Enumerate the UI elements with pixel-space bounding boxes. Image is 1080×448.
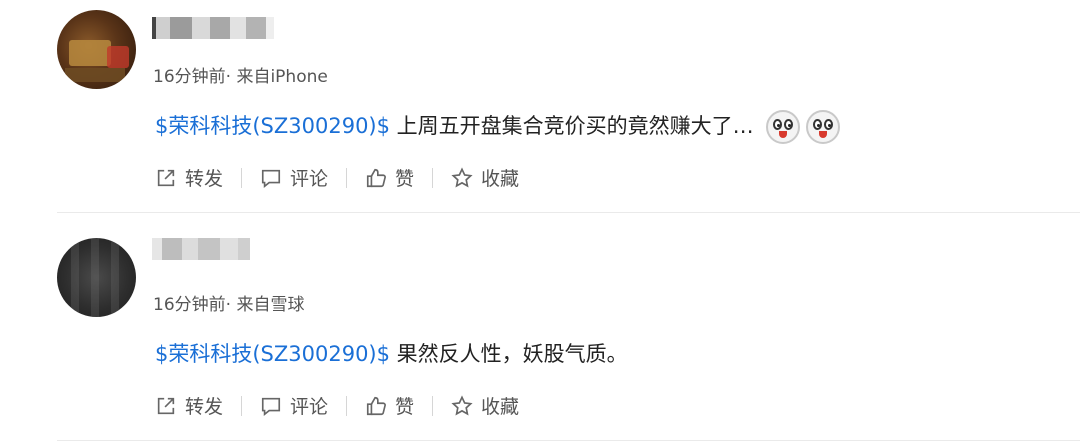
stock-tag-link[interactable]: $荣科科技(SZ300290)$ bbox=[155, 114, 390, 138]
avatar[interactable] bbox=[57, 10, 136, 89]
like-button[interactable]: 赞 bbox=[365, 164, 414, 191]
favorite-label: 收藏 bbox=[481, 396, 520, 418]
post-meta: 16分钟前· 来自iPhone bbox=[153, 67, 328, 87]
repost-button[interactable]: 转发 bbox=[155, 164, 223, 191]
post-2: 16分钟前· 来自雪球 $荣科科技(SZ300290)$ 果然反人性，妖股气质。… bbox=[0, 228, 1080, 441]
favorite-label: 收藏 bbox=[481, 168, 520, 190]
separator bbox=[432, 167, 434, 188]
share-icon bbox=[157, 397, 175, 414]
like-label: 赞 bbox=[395, 168, 415, 190]
share-icon bbox=[157, 169, 175, 186]
laughing-face-icon bbox=[766, 110, 801, 144]
separator bbox=[346, 167, 348, 188]
star-icon bbox=[451, 166, 473, 187]
repost-button[interactable]: 转发 bbox=[155, 392, 223, 419]
repost-label: 转发 bbox=[185, 168, 224, 190]
stock-tag-link[interactable]: $荣科科技(SZ300290)$ bbox=[155, 342, 390, 366]
divider bbox=[57, 440, 1080, 441]
avatar[interactable] bbox=[57, 238, 136, 317]
like-button[interactable]: 赞 bbox=[365, 392, 414, 419]
comment-icon bbox=[261, 397, 281, 416]
comment-button[interactable]: 评论 bbox=[260, 164, 328, 191]
separator bbox=[241, 395, 243, 416]
comment-icon bbox=[261, 169, 281, 188]
repost-label: 转发 bbox=[185, 396, 224, 418]
post-meta: 16分钟前· 来自雪球 bbox=[153, 295, 305, 315]
post-1: 16分钟前· 来自iPhone $荣科科技(SZ300290)$ 上周五开盘集合… bbox=[0, 0, 1080, 213]
separator bbox=[241, 167, 243, 188]
favorite-button[interactable]: 收藏 bbox=[451, 392, 519, 419]
thumbs-up-icon bbox=[366, 396, 387, 415]
post-content: $荣科科技(SZ300290)$ 果然反人性，妖股气质。 bbox=[155, 338, 628, 368]
like-label: 赞 bbox=[395, 396, 415, 418]
username-blurred[interactable] bbox=[152, 238, 250, 264]
thumbs-up-icon bbox=[366, 168, 387, 187]
star-icon bbox=[451, 394, 473, 415]
comment-label: 评论 bbox=[290, 396, 329, 418]
username-blurred[interactable] bbox=[152, 17, 274, 43]
post-content: $荣科科技(SZ300290)$ 上周五开盘集合竞价买的竟然赚大了… bbox=[155, 110, 841, 144]
favorite-button[interactable]: 收藏 bbox=[451, 164, 519, 191]
action-bar: 转发 评论 赞 收藏 bbox=[155, 392, 519, 419]
post-text: 果然反人性，妖股气质。 bbox=[390, 342, 628, 366]
comment-button[interactable]: 评论 bbox=[260, 392, 328, 419]
post-text: 上周五开盘集合竞价买的竟然赚大了… bbox=[390, 114, 754, 138]
action-bar: 转发 评论 赞 收藏 bbox=[155, 164, 519, 191]
laughing-face-icon bbox=[806, 110, 841, 144]
separator bbox=[346, 395, 348, 416]
separator bbox=[432, 395, 434, 416]
divider bbox=[57, 212, 1080, 213]
comment-label: 评论 bbox=[290, 168, 329, 190]
